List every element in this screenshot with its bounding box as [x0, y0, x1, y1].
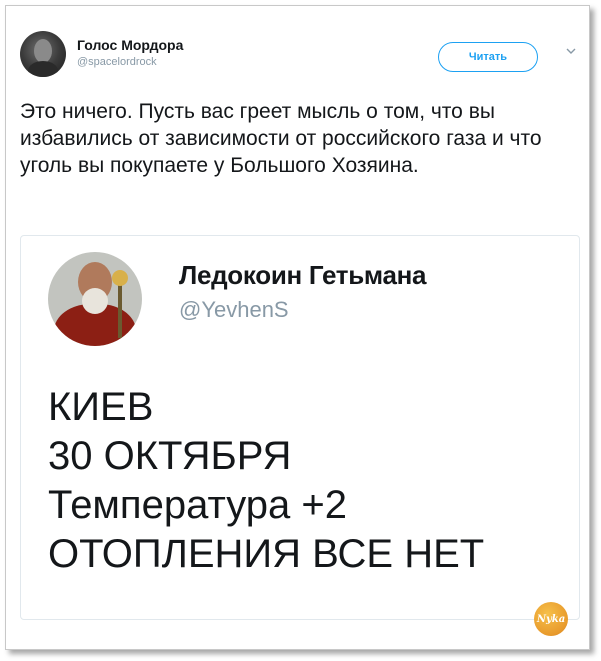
tweet-text: Это ничего. Пусть вас греет мысль о том,…	[20, 100, 542, 177]
author-display-name[interactable]: Голос Мордора	[77, 37, 183, 53]
chevron-down-icon[interactable]	[565, 45, 577, 57]
watermark-logo: Nyka	[534, 602, 568, 636]
avatar-face	[34, 39, 52, 63]
author-names: Голос Мордора @spacelordrock	[77, 37, 183, 68]
quoted-line: 30 ОКТЯБРЯ	[48, 434, 292, 478]
author-handle[interactable]: @spacelordrock	[77, 56, 183, 68]
author-avatar[interactable]	[20, 31, 66, 77]
follow-button[interactable]: Читать	[438, 42, 538, 72]
quoted-handle[interactable]: @YevhenS	[179, 297, 426, 323]
quoted-line: КИЕВ	[48, 385, 154, 429]
quoted-author-names: Ледокоин Гетьмана @YevhenS	[179, 260, 427, 323]
quoted-tweet-text: КИЕВ 30 ОКТЯБРЯ Температура +2 ОТОПЛЕНИЯ…	[48, 383, 568, 579]
avatar-mace	[118, 278, 122, 338]
quoted-author-avatar[interactable]	[48, 252, 142, 346]
quoted-line: Температура +2	[48, 483, 347, 527]
avatar-body	[28, 61, 58, 77]
quoted-tweet-card[interactable]: Ледокоин Гетьмана @YevhenS КИЕВ 30 ОКТЯБ…	[20, 235, 580, 620]
quoted-display-name[interactable]: Ледокоин Гетьмана	[179, 260, 427, 291]
quoted-line: ОТОПЛЕНИЯ ВСЕ НЕТ	[48, 532, 485, 576]
avatar-mace-head	[112, 270, 128, 286]
tweet-header: Голос Мордора @spacelordrock Читать	[20, 31, 580, 87]
avatar-beard	[82, 288, 108, 314]
